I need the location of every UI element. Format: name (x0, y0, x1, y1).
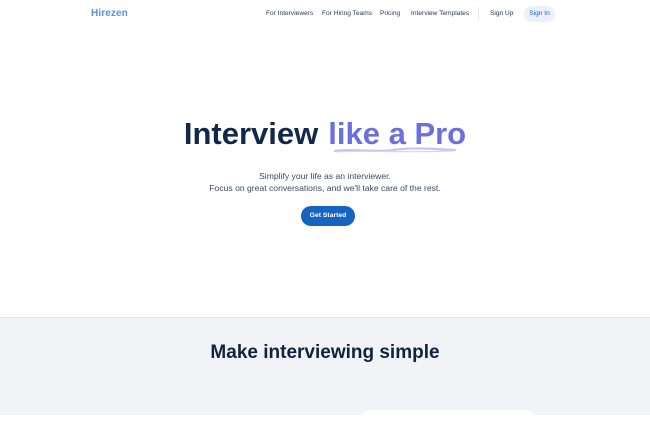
sign-in-button[interactable]: Sign In (524, 6, 555, 22)
hero-subtitle-line2: Focus on great conversations, and we'll … (209, 183, 441, 193)
hero-subtitle-line1: Simplify your life as an interviewer. (259, 171, 391, 181)
features-section: Make interviewing simple (0, 317, 650, 430)
top-nav: Hirezen For Interviewers For Hiring Team… (0, 0, 650, 28)
get-started-button[interactable]: Get Started (301, 206, 355, 226)
hero-title-part1: Interview (183, 116, 319, 151)
logo[interactable]: Hirezen (91, 8, 128, 19)
hero-title: Interview like a Pro (0, 116, 650, 152)
nav-link-for-hiring-teams[interactable]: For Hiring Teams (322, 10, 372, 17)
squiggle-underline-icon (333, 147, 457, 153)
feature-card (362, 410, 534, 430)
nav-link-pricing[interactable]: Pricing (380, 10, 400, 17)
sign-up-link[interactable]: Sign Up (490, 10, 513, 17)
section-title: Make interviewing simple (210, 342, 440, 363)
nav-link-for-interviewers[interactable]: For Interviewers (266, 10, 313, 17)
nav-link-interview-templates[interactable]: Interview Templates (411, 10, 469, 17)
nav-divider (478, 7, 479, 21)
